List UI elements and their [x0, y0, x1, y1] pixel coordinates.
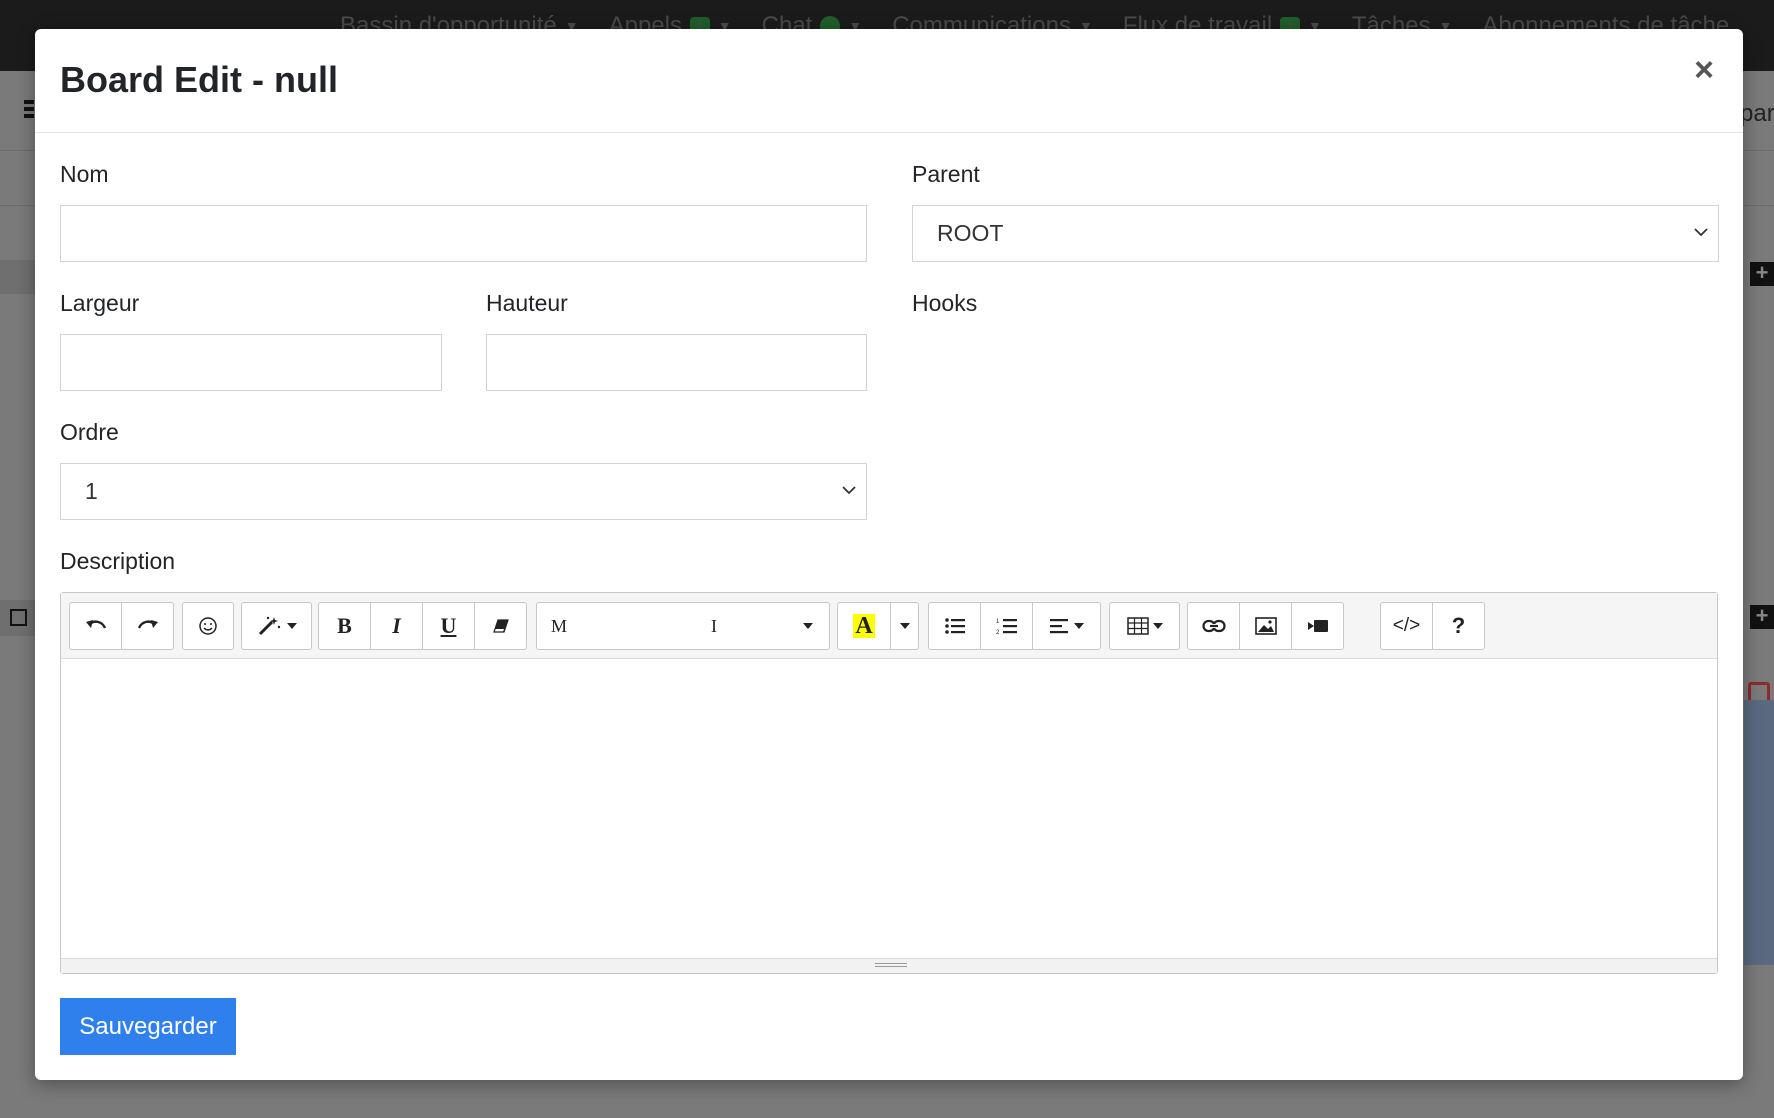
hauteur-label: Hauteur [486, 290, 568, 316]
table-dropdown-button[interactable] [1109, 602, 1180, 650]
align-dropdown-button[interactable] [1032, 602, 1101, 650]
undo-button[interactable] [69, 602, 122, 650]
clear-format-button[interactable] [474, 602, 527, 650]
hauteur-input[interactable] [486, 334, 867, 391]
font-name-left: M [551, 615, 568, 636]
close-button[interactable]: × [1689, 53, 1719, 87]
chevron-down-icon [842, 486, 856, 495]
highlight-color-button[interactable]: A [837, 602, 891, 650]
svg-text:1: 1 [996, 619, 1000, 625]
image-icon [1254, 617, 1277, 635]
font-name-dropdown[interactable]: M I [536, 602, 830, 650]
rich-text-editor: B I U M I A 1 2 </> ? [60, 592, 1718, 974]
parent-selected-value: ROOT [937, 220, 1004, 246]
highlight-a-glyph: A [853, 613, 875, 639]
bullet-list-icon [944, 618, 965, 634]
unordered-list-button[interactable] [928, 602, 981, 650]
caret-down-icon [1152, 623, 1163, 629]
parent-label: Parent [912, 161, 980, 187]
plus-icon: + [1750, 262, 1774, 286]
partial-header-text: par [1740, 100, 1774, 127]
link-icon [1201, 619, 1226, 633]
insert-link-button[interactable] [1187, 602, 1240, 650]
font-style-group: B I U [318, 602, 527, 650]
nom-input[interactable] [60, 205, 867, 262]
hooks-label: Hooks [912, 290, 978, 316]
caret-down-icon [899, 623, 910, 629]
grid-menu-icon [24, 100, 34, 120]
parent-select[interactable]: ROOT [912, 205, 1719, 262]
history-group [69, 602, 174, 650]
redo-icon [137, 620, 158, 629]
color-group: A [837, 602, 919, 650]
largeur-input[interactable] [60, 334, 442, 391]
style-dropdown-button[interactable] [241, 602, 312, 650]
row-band [0, 260, 40, 294]
ordered-list-button[interactable]: 1 2 [980, 602, 1033, 650]
color-dropdown-button[interactable] [890, 602, 919, 650]
nom-label: Nom [60, 161, 109, 187]
largeur-label: Largeur [60, 290, 140, 316]
ordre-label: Ordre [60, 419, 119, 445]
view-group: </> ? [1380, 602, 1485, 650]
row-checkbox [10, 609, 27, 626]
insert-video-button[interactable] [1291, 602, 1344, 650]
smiley-icon [199, 617, 217, 635]
side-panel [1744, 700, 1774, 965]
description-label: Description [60, 548, 176, 574]
caret-down-icon [1073, 623, 1084, 629]
ordre-select[interactable]: 1 [60, 463, 867, 520]
editor-toolbar: B I U M I A 1 2 </> ? [61, 593, 1717, 659]
chevron-down-icon [1694, 228, 1708, 237]
editor-content-area[interactable] [61, 659, 1717, 959]
italic-button[interactable]: I [370, 602, 423, 650]
redo-button[interactable] [121, 602, 174, 650]
table-icon [1126, 617, 1149, 635]
svg-text:2: 2 [996, 630, 1000, 635]
video-icon [1307, 620, 1328, 632]
ordre-selected-value: 1 [85, 478, 98, 504]
board-edit-modal: Board Edit - null × Nom Parent ROOT Larg… [35, 29, 1743, 1080]
resize-grip-icon [875, 963, 907, 969]
style-group [241, 602, 312, 650]
insert-group [1187, 602, 1344, 650]
table-group [1109, 602, 1180, 650]
code-view-button[interactable]: </> [1380, 602, 1433, 650]
align-left-icon [1049, 619, 1068, 634]
emoji-group [182, 602, 234, 650]
help-button[interactable]: ? [1432, 602, 1485, 650]
caret-down-icon [286, 623, 297, 629]
modal-title: Board Edit - null [60, 59, 338, 100]
save-button[interactable]: Sauvegarder [60, 998, 236, 1055]
bold-button[interactable]: B [318, 602, 371, 650]
font-name-group: M I [536, 602, 830, 650]
modal-header: Board Edit - null × [35, 29, 1743, 133]
numbered-list-icon: 1 2 [996, 619, 1017, 635]
caret-down-icon [803, 623, 813, 629]
magic-wand-icon [258, 616, 280, 636]
emoji-button[interactable] [182, 602, 234, 650]
eraser-icon [492, 619, 509, 633]
undo-icon [85, 620, 106, 629]
font-name-right: I [711, 615, 717, 636]
plus-icon: + [1750, 605, 1774, 629]
insert-image-button[interactable] [1239, 602, 1292, 650]
underline-button[interactable]: U [422, 602, 475, 650]
editor-resize-bar[interactable] [61, 958, 1717, 973]
paragraph-group: 1 2 [928, 602, 1101, 650]
